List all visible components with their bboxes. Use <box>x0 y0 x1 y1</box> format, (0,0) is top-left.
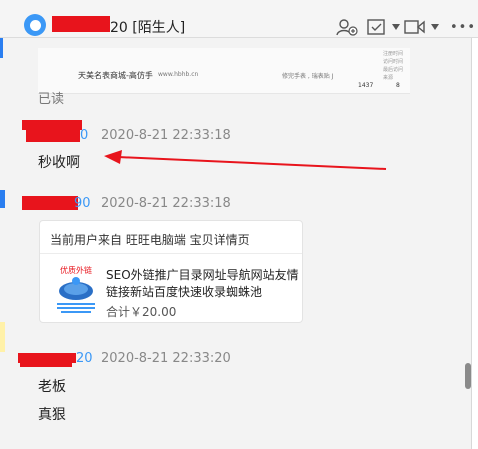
snippet-stats: 注册时间 访问时间 最后访问 来源 <box>383 50 403 82</box>
order-checklist-icon[interactable] <box>366 18 388 36</box>
left-accent-strip <box>0 38 3 58</box>
avatar-glyph <box>29 19 41 31</box>
product-card[interactable]: 当前用户来自 旺旺电脑端 宝贝详情页 优质外链 SEO外链推广目录网址导航网站友… <box>39 220 303 323</box>
snippet-stat: 访问时间 <box>383 59 404 65</box>
redacted-sender-name <box>22 120 82 130</box>
product-title[interactable]: SEO外链推广目录网址导航网站友情链接新站百度快速收录蜘蛛池 <box>106 267 302 301</box>
snippet-stat: 最后访问 <box>383 67 404 73</box>
annotation-arrow <box>104 150 387 170</box>
redacted-sender-name <box>26 130 80 142</box>
product-price: 合计￥20.00 <box>106 305 177 319</box>
redacted-sender-name <box>22 196 78 210</box>
more-options-icon[interactable]: ••• <box>450 20 476 35</box>
snippet-stat: 来源 <box>383 75 394 81</box>
redacted-sender-name <box>20 361 72 367</box>
chat-area: 天美名表商城-高仿手 www.hbhb.cn 修完手表 , 瑞表贴 J 注册时间… <box>0 38 471 449</box>
sender-name[interactable]: 0 <box>80 128 88 143</box>
snippet-count: 1437 <box>358 82 374 89</box>
message-timestamp: 2020-8-21 22:33:20 <box>101 351 231 366</box>
sender-name[interactable]: 90 <box>74 196 91 211</box>
card-source-text: 当前用户来自 旺旺电脑端 宝贝详情页 <box>50 233 250 247</box>
chat-header: 20 [陌生人] ••• <box>0 0 478 38</box>
left-accent-strip <box>0 190 5 208</box>
scrollbar-thumb[interactable] <box>465 363 471 389</box>
shared-page-snippet[interactable]: 天美名表商城-高仿手 www.hbhb.cn 修完手表 , 瑞表贴 J 注册时间… <box>38 48 410 94</box>
add-contact-icon[interactable] <box>336 18 358 36</box>
message-text[interactable]: 老板 <box>38 376 66 396</box>
message-text[interactable]: 真狠 <box>38 404 66 424</box>
snippet-stat: 注册时间 <box>383 51 404 57</box>
contact-title: 20 [陌生人] <box>110 20 186 36</box>
read-status: 已读 <box>38 92 65 107</box>
snippet-count: 8 <box>396 82 400 89</box>
message-text[interactable]: 秒收啊 <box>38 152 80 172</box>
contact-avatar[interactable] <box>24 14 46 36</box>
chevron-down-icon[interactable] <box>392 24 400 30</box>
chevron-down-icon[interactable] <box>431 24 439 30</box>
snippet-url: www.hbhb.cn <box>158 71 199 78</box>
left-accent-strip <box>0 322 5 352</box>
divider <box>40 253 302 254</box>
snippet-side-links: 修完手表 , 瑞表贴 J <box>282 73 334 80</box>
product-thumbnail[interactable]: 优质外链 <box>53 263 99 315</box>
thumb-label: 优质外链 <box>60 265 92 275</box>
sender-name[interactable]: 20 <box>76 351 93 366</box>
message-timestamp: 2020-8-21 22:33:18 <box>101 196 231 211</box>
video-call-icon[interactable] <box>404 18 426 36</box>
panel-border <box>471 38 472 449</box>
redacted-contact-name <box>52 16 110 32</box>
snippet-link-title[interactable]: 天美名表商城-高仿手 <box>78 70 153 81</box>
message-timestamp: 2020-8-21 22:33:18 <box>101 128 231 143</box>
